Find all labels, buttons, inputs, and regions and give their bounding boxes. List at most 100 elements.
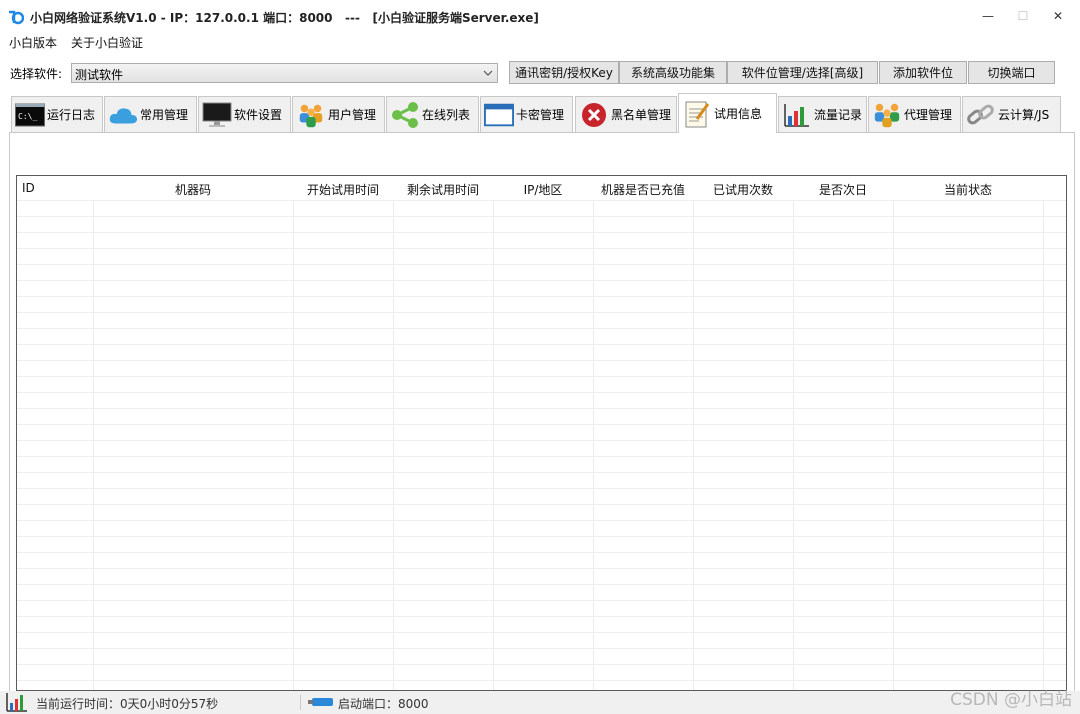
menu-item-about[interactable]: 关于小白验证: [71, 34, 143, 51]
row-divider: [17, 504, 1066, 505]
row-divider: [17, 312, 1066, 313]
window-icon: [484, 101, 514, 129]
blocked-icon: [579, 101, 609, 129]
tab-label: 常用管理: [140, 108, 189, 122]
window-title: 小白网络验证系统V1.0 - IP：127.0.0.1 端口：8000 --- …: [30, 11, 539, 25]
cloud-icon: [108, 101, 138, 129]
row-divider: [17, 520, 1066, 521]
column-header-trial-remaining[interactable]: 剩余试用时间: [393, 181, 493, 198]
title-bar: 小白网络验证系统V1.0 - IP：127.0.0.1 端口：8000 --- …: [0, 0, 1080, 32]
tab-common-manage[interactable]: 常用管理: [104, 96, 197, 132]
row-divider: [17, 296, 1066, 297]
port-cable-icon: [308, 698, 333, 706]
column-header-machine-code[interactable]: 机器码: [93, 181, 293, 198]
row-divider: [17, 664, 1066, 665]
row-divider: [17, 408, 1066, 409]
tab-cloud-compute-js[interactable]: 云计算/JS: [962, 96, 1061, 132]
row-divider: [17, 440, 1066, 441]
row-divider: [17, 360, 1066, 361]
status-divider: [300, 695, 301, 710]
tab-label: 卡密管理: [516, 108, 565, 122]
tab-label: 在线列表: [422, 108, 471, 122]
row-divider: [17, 472, 1066, 473]
chevron-down-icon[interactable]: [479, 64, 497, 82]
row-divider: [17, 376, 1066, 377]
tab-proxy-manage[interactable]: 代理管理: [868, 96, 961, 132]
row-divider: [17, 344, 1066, 345]
port-status: 启动端口：8000: [338, 697, 429, 711]
runtime-chart-icon: [6, 693, 27, 712]
switch-port-button[interactable]: 切换端口: [968, 61, 1055, 84]
column-header-id[interactable]: ID: [22, 181, 35, 195]
row-divider: [17, 424, 1066, 425]
menu-bar: 小白版本 关于小白验证: [0, 32, 1080, 52]
software-slot-manage-button[interactable]: 软件位管理/选择[高级]: [727, 61, 878, 84]
column-header-recharged[interactable]: 机器是否已充值: [593, 181, 693, 198]
advanced-features-button[interactable]: 系统高级功能集: [619, 61, 727, 84]
tab-software-settings[interactable]: 软件设置: [198, 96, 291, 132]
row-divider: [17, 632, 1066, 633]
tab-label: 黑名单管理: [611, 108, 672, 122]
row-divider: [17, 584, 1066, 585]
row-divider: [17, 616, 1066, 617]
menu-item-version[interactable]: 小白版本: [9, 34, 57, 51]
column-header-trial-start[interactable]: 开始试用时间: [293, 181, 393, 198]
row-divider: [17, 488, 1066, 489]
row-divider: [17, 232, 1066, 233]
tab-label: 运行日志: [47, 108, 96, 122]
tab-blacklist-manage[interactable]: 黑名单管理: [575, 96, 677, 132]
tab-trial-info[interactable]: 试用信息: [678, 93, 777, 133]
tab-run-log[interactable]: C:\_ 运行日志: [11, 96, 103, 132]
trial-info-table[interactable]: ID 机器码 开始试用时间 剩余试用时间 IP/地区 机器是否已充值 已试用次数…: [16, 175, 1067, 691]
tab-user-manage[interactable]: 用户管理: [292, 96, 385, 132]
tab-label: 用户管理: [328, 108, 377, 122]
tab-label: 试用信息: [714, 107, 763, 121]
status-bar: 当前运行时间：0天0小时0分57秒 启动端口：8000: [0, 691, 1080, 714]
watermark: CSDN @小白站: [950, 690, 1072, 710]
tab-label: 云计算/JS: [998, 108, 1050, 122]
row-divider: [17, 456, 1066, 457]
share-icon: [390, 101, 420, 129]
tab-card-key-manage[interactable]: 卡密管理: [480, 96, 573, 132]
bar-chart-icon: [782, 101, 812, 129]
users-icon: [296, 101, 326, 129]
row-divider: [17, 392, 1066, 393]
column-header-current-status[interactable]: 当前状态: [893, 181, 1043, 198]
close-button[interactable]: ✕: [1040, 0, 1076, 32]
row-divider: [17, 600, 1066, 601]
select-software-label: 选择软件:: [10, 67, 63, 81]
row-divider: [17, 264, 1066, 265]
column-header-trial-count[interactable]: 已试用次数: [693, 181, 793, 198]
row-divider: [17, 328, 1066, 329]
row-divider: [17, 200, 1066, 201]
row-divider: [17, 536, 1066, 537]
maximize-button[interactable]: ☐: [1005, 0, 1041, 32]
column-header-ip-region[interactable]: IP/地区: [493, 181, 593, 198]
row-divider: [17, 248, 1066, 249]
tab-label: 流量记录: [814, 108, 863, 122]
table-header: ID 机器码 开始试用时间 剩余试用时间 IP/地区 机器是否已充值 已试用次数…: [17, 176, 1066, 200]
add-software-slot-button[interactable]: 添加软件位: [879, 61, 967, 84]
row-divider: [17, 552, 1066, 553]
comm-key-button[interactable]: 通讯密钥/授权Key: [509, 61, 619, 84]
row-divider: [17, 648, 1066, 649]
tab-traffic-record[interactable]: 流量记录: [778, 96, 867, 132]
app-logo-icon: [9, 10, 24, 25]
tab-label: 软件设置: [234, 108, 283, 122]
tab-online-list[interactable]: 在线列表: [386, 96, 479, 132]
minimize-button[interactable]: —: [970, 0, 1006, 32]
software-select-value: 测试软件: [75, 68, 124, 82]
svg-text:C:\_: C:\_: [18, 112, 37, 121]
row-divider: [17, 568, 1066, 569]
row-divider: [17, 680, 1066, 681]
row-divider: [17, 216, 1066, 217]
link-icon: [966, 101, 996, 129]
row-divider: [17, 280, 1066, 281]
column-header-next-day[interactable]: 是否次日: [793, 181, 893, 198]
notepad-icon: [682, 100, 712, 128]
tab-label: 代理管理: [904, 108, 953, 122]
agents-icon: [872, 101, 902, 129]
software-select[interactable]: 测试软件: [71, 63, 498, 83]
runtime-status: 当前运行时间：0天0小时0分57秒: [36, 697, 219, 711]
monitor-icon: [202, 101, 232, 129]
